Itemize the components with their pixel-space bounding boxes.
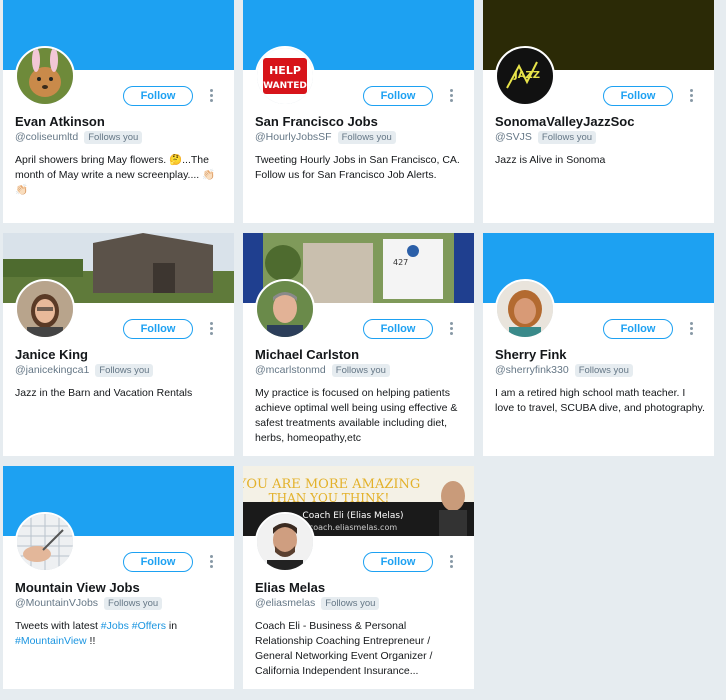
follow-button[interactable]: Follow	[603, 319, 673, 339]
wanted-text: WANTED	[263, 81, 307, 91]
hashtag-link[interactable]: #Offers	[132, 620, 166, 632]
user-name[interactable]: San Francisco Jobs	[255, 114, 378, 129]
user-card[interactable]: YOU ARE MORE AMAZING THAN YOU THINK! Coa…	[243, 466, 474, 689]
user-card[interactable]: Follow Janice King @janicekingca1 Follows…	[3, 233, 234, 456]
avatar[interactable]	[15, 279, 75, 339]
avatar[interactable]	[255, 279, 315, 339]
banner-line2: THAN YOU THINK!	[269, 491, 390, 505]
user-name[interactable]: Evan Atkinson	[15, 114, 105, 129]
user-card[interactable]: HELP WANTED Follow San Francisco Jobs @H…	[243, 0, 474, 223]
bio-text: Tweets with latest	[15, 620, 101, 632]
user-handle[interactable]: @coliseumltd	[15, 131, 78, 143]
avatar[interactable]	[15, 46, 75, 106]
jazz-logo-text: JAZZ	[513, 70, 540, 81]
user-bio: Jazz in the Barn and Vacation Rentals	[15, 387, 193, 399]
user-bio: Tweets with latest #Jobs #Offers in #Mou…	[15, 619, 225, 649]
user-card[interactable]: 427 Follow Michael Carlston @mcarlstonmd…	[243, 233, 474, 456]
more-options-icon[interactable]	[448, 555, 454, 569]
follow-button[interactable]: Follow	[363, 86, 433, 106]
follow-button[interactable]: Follow	[363, 319, 433, 339]
user-handle[interactable]: @SVJS	[495, 131, 532, 143]
follow-button[interactable]: Follow	[123, 319, 193, 339]
user-bio: Coach Eli - Business & Personal Relation…	[255, 620, 433, 677]
follows-you-badge: Follows you	[337, 131, 396, 144]
user-bio: Jazz is Alive in Sonoma	[495, 154, 606, 166]
user-card[interactable]: Follow Sherry Fink @sherryfink330 Follows…	[483, 233, 714, 456]
handle-row: @SVJS Follows you	[495, 131, 597, 144]
follows-you-badge: Follows you	[321, 597, 380, 610]
handle-row: @sherryfink330 Follows you	[495, 364, 633, 377]
handle-row: @HourlyJobsSF Follows you	[255, 131, 396, 144]
more-options-icon[interactable]	[688, 322, 694, 336]
user-name[interactable]: SonomaValleyJazzSoc	[495, 114, 634, 129]
follows-you-badge: Follows you	[104, 597, 163, 610]
follow-button[interactable]: Follow	[123, 86, 193, 106]
banner-line4: coach.eliasmelas.com	[309, 523, 397, 532]
user-bio: Tweeting Hourly Jobs in San Francisco, C…	[255, 154, 460, 181]
more-options-icon[interactable]	[448, 89, 454, 103]
user-card[interactable]: Follow Evan Atkinson @coliseumltd Follows…	[3, 0, 234, 223]
user-bio: April showers bring May flowers. 🤔...The…	[15, 154, 216, 196]
follows-you-badge: Follows you	[574, 364, 633, 377]
hashtag-link[interactable]: #Jobs	[101, 620, 129, 632]
bio-text: !!	[86, 635, 96, 647]
follow-button[interactable]: Follow	[363, 552, 433, 572]
follow-button[interactable]: Follow	[123, 552, 193, 572]
office-sign-number: 427	[393, 258, 408, 267]
follows-you-badge: Follows you	[331, 364, 390, 377]
user-card[interactable]: Follow Mountain View Jobs @MountainVJobs…	[3, 466, 234, 689]
follows-you-badge: Follows you	[537, 131, 597, 144]
avatar[interactable]	[495, 279, 555, 339]
handle-row: @eliasmelas Follows you	[255, 597, 380, 610]
banner-line3: Coach Eli (Elias Melas)	[302, 511, 403, 521]
handle-row: @mcarlstonmd Follows you	[255, 364, 390, 377]
avatar[interactable]: JAZZ	[495, 46, 555, 106]
follows-you-badge: Follows you	[95, 364, 154, 377]
user-name[interactable]: Janice King	[15, 347, 88, 362]
user-bio: My practice is focused on helping patien…	[255, 387, 458, 444]
more-options-icon[interactable]	[208, 322, 214, 336]
more-options-icon[interactable]	[688, 89, 694, 103]
user-card[interactable]: JAZZ Follow SonomaValleyJazzSoc @SVJS Fol…	[483, 0, 714, 223]
user-bio: I am a retired high school math teacher.…	[495, 387, 705, 414]
banner-line1: YOU ARE MORE AMAZING	[243, 477, 420, 492]
follows-you-badge: Follows you	[84, 131, 143, 144]
user-handle[interactable]: @sherryfink330	[495, 364, 569, 376]
avatar[interactable]	[15, 512, 75, 572]
user-handle[interactable]: @eliasmelas	[255, 597, 315, 609]
user-handle[interactable]: @janicekingca1	[15, 364, 89, 376]
handle-row: @MountainVJobs Follows you	[15, 597, 163, 610]
user-name[interactable]: Michael Carlston	[255, 347, 359, 362]
handle-row: @coliseumltd Follows you	[15, 131, 143, 144]
follow-button[interactable]: Follow	[603, 86, 673, 106]
user-name[interactable]: Elias Melas	[255, 580, 325, 595]
handle-row: @janicekingca1 Follows you	[15, 364, 154, 377]
avatar[interactable]	[255, 512, 315, 572]
more-options-icon[interactable]	[208, 555, 214, 569]
bio-text: in	[166, 620, 178, 632]
user-handle[interactable]: @MountainVJobs	[15, 597, 98, 609]
user-handle[interactable]: @mcarlstonmd	[255, 364, 326, 376]
user-handle[interactable]: @HourlyJobsSF	[255, 131, 332, 143]
more-options-icon[interactable]	[448, 322, 454, 336]
avatar[interactable]: HELP WANTED	[255, 46, 315, 106]
more-options-icon[interactable]	[208, 89, 214, 103]
user-name[interactable]: Sherry Fink	[495, 347, 567, 362]
user-name[interactable]: Mountain View Jobs	[15, 580, 140, 595]
help-text: HELP	[269, 64, 301, 77]
hashtag-link[interactable]: #MountainView	[15, 635, 87, 647]
